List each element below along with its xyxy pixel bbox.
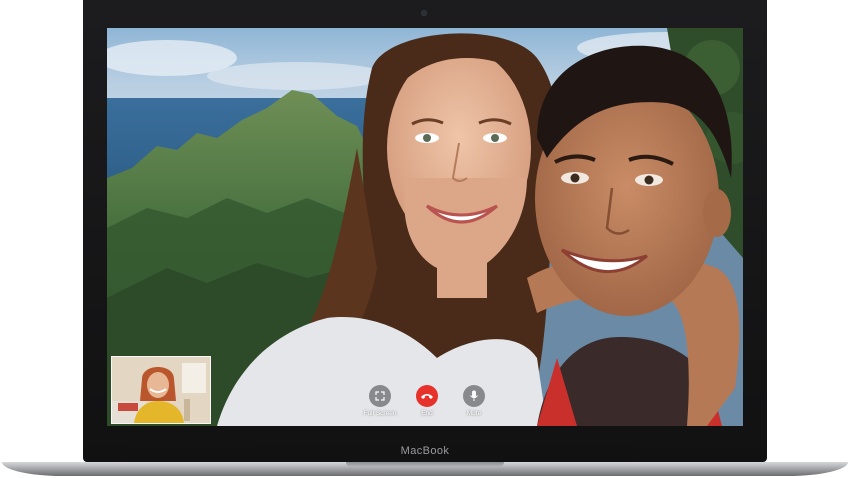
self-view-preview[interactable]: [111, 356, 211, 424]
full-screen-label: Full Screen: [363, 410, 397, 417]
microphone-icon: [463, 385, 485, 407]
call-controls: Full Screen End Mute: [357, 385, 497, 425]
camera-icon: [421, 10, 427, 16]
mute-label: Mute: [466, 410, 482, 417]
end-call-button[interactable]: End: [404, 385, 450, 417]
mute-button[interactable]: Mute: [451, 385, 497, 417]
end-call-icon: [416, 385, 438, 407]
macbook-product-image: Full Screen End Mute MacBook: [0, 0, 850, 478]
full-screen-button[interactable]: Full Screen: [357, 385, 403, 417]
fullscreen-icon: [369, 385, 391, 407]
laptop-hinge-notch: [346, 462, 504, 467]
self-view-feed: [112, 357, 210, 423]
facetime-video-call-window: Full Screen End Mute: [107, 28, 743, 426]
macbook-brand-label: MacBook: [400, 445, 450, 457]
end-call-label: End: [421, 410, 433, 417]
